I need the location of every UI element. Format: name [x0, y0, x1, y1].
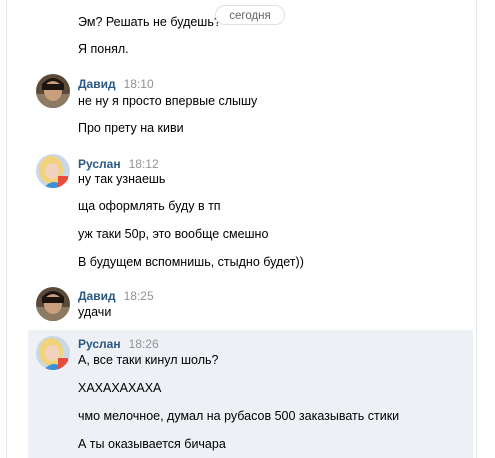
author-name[interactable]: Руслан: [78, 157, 121, 171]
message-group: Давид 18:10 не ну я просто впервые слышу …: [30, 72, 470, 142]
message-author-line: Давид 18:25: [78, 288, 154, 304]
message-group-highlighted: Руслан 18:26 А, все таки кинул шоль? ХАХА…: [28, 330, 473, 458]
message-text: Эм? Решать не будешь?: [78, 15, 221, 29]
message-time[interactable]: 18:12: [129, 157, 159, 171]
message-author-line: Руслан 18:26: [78, 336, 159, 352]
message-group: Руслан 18:12 ну так узнаешь ща оформлять …: [30, 152, 470, 277]
message-text: удачи: [78, 305, 112, 319]
message-text: ну так узнаешь: [78, 172, 166, 186]
chat-history: Эм? Решать не будешь? сегодня Я понял. Д…: [0, 0, 495, 458]
chat-left-border: [6, 0, 7, 458]
message-time[interactable]: 18:10: [124, 77, 154, 91]
author-name[interactable]: Давид: [78, 289, 116, 303]
message-text: В будущем вспомнишь, стыдно будет)): [78, 255, 304, 269]
message-text: Я понял.: [78, 42, 129, 56]
message-text: уж таки 50р, это вообще смешно: [78, 227, 269, 241]
message-text: А, все таки кинул шоль?: [78, 353, 219, 367]
blonde-girl-avatar-icon: [36, 154, 70, 188]
message-group: Давид 18:25 удачи: [30, 285, 470, 329]
message-time[interactable]: 18:25: [124, 289, 154, 303]
message-text: ща оформлять буду в тп: [78, 199, 221, 213]
date-divider[interactable]: сегодня: [215, 5, 285, 25]
blonde-girl-avatar-icon: [36, 336, 70, 370]
avatar[interactable]: [36, 154, 70, 188]
avatar[interactable]: [36, 74, 70, 108]
message-text: Про прету на киви: [78, 121, 184, 135]
avatar[interactable]: [36, 336, 70, 370]
message-author-line: Руслан 18:12: [78, 156, 159, 172]
message-text: А ты оказывается бичара: [78, 437, 226, 451]
dark-hair-avatar-icon: [36, 287, 70, 321]
message-text: ХАХАХАХАХА: [78, 381, 162, 395]
author-name[interactable]: Давид: [78, 77, 116, 91]
message-text: чмо мелочное, думал на рубасов 500 заказ…: [78, 409, 400, 423]
avatar[interactable]: [36, 287, 70, 321]
message-text: не ну я просто впервые слышу: [78, 94, 258, 108]
message-author-line: Давид 18:10: [78, 76, 154, 92]
chat-right-border: [476, 0, 477, 458]
dark-hair-avatar-icon: [36, 74, 70, 108]
author-name[interactable]: Руслан: [78, 337, 121, 351]
message-time[interactable]: 18:26: [129, 337, 159, 351]
